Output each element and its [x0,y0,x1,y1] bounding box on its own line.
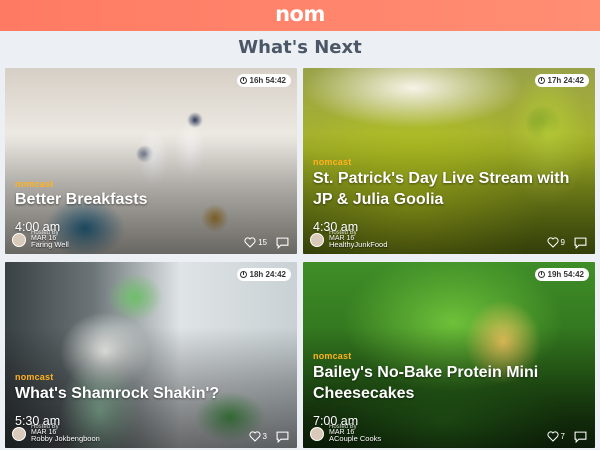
countdown-badge: 19h 54:42 [534,268,589,281]
host-avatar[interactable] [12,233,26,247]
nom-logo[interactable]: nom [275,3,325,25]
host-name[interactable]: Faring Well [31,240,69,249]
event-title[interactable]: Bailey's No-Bake Protein Mini Cheesecake… [313,362,581,404]
heart-icon [547,237,559,248]
nomcast-label: nomcast [313,157,352,167]
section-title: What's Next [238,37,362,58]
top-bar: nom [0,0,600,31]
comment-icon[interactable] [276,237,289,249]
event-card-baileys-cheesecakes[interactable]: 19h 54:42 nomcast Bailey's No-Bake Prote… [303,262,595,448]
comment-icon[interactable] [574,237,587,249]
host-name[interactable]: ACouple Cooks [329,434,381,443]
comment-icon[interactable] [574,431,587,443]
countdown-badge: 17h 24:42 [534,74,589,87]
like-button[interactable]: 15 [244,237,267,248]
like-count: 9 [560,238,565,247]
clock-icon [537,77,545,84]
like-button[interactable]: 3 [249,431,267,442]
heart-icon [547,431,559,442]
like-count: 7 [560,432,565,441]
host-avatar[interactable] [310,427,324,441]
host-avatar[interactable] [310,233,324,247]
event-title[interactable]: St. Patrick's Day Live Stream with JP & … [313,168,581,210]
like-button[interactable]: 7 [547,431,565,442]
nomcast-label: nomcast [15,372,54,382]
event-card-better-breakfasts[interactable]: 16h 54:42 nomcast Better Breakfasts 4:00… [5,68,297,254]
nomcast-label: nomcast [313,351,352,361]
host-avatar[interactable] [12,427,26,441]
countdown-badge: 18h 24:42 [236,268,291,281]
nomcast-label: nomcast [15,179,54,189]
event-title[interactable]: What's Shamrock Shakin'? [15,383,283,404]
event-card-st-patricks-live-stream[interactable]: 17h 24:42 nomcast St. Patrick's Day Live… [303,68,595,254]
countdown-badge: 16h 54:42 [236,74,291,87]
event-card-shamrock-shakin[interactable]: 18h 24:42 nomcast What's Shamrock Shakin… [5,262,297,448]
clock-icon [537,271,545,278]
like-count: 3 [262,432,267,441]
comment-icon[interactable] [276,431,289,443]
heart-icon [249,431,261,442]
like-count: 15 [258,238,267,247]
heart-icon [244,237,256,248]
clock-icon [239,271,247,278]
host-name[interactable]: HealthyJunkFood [329,240,387,249]
clock-icon [239,77,247,84]
host-name[interactable]: Robby Jokbengboon [31,434,100,443]
like-button[interactable]: 9 [547,237,565,248]
event-title[interactable]: Better Breakfasts [15,189,283,210]
